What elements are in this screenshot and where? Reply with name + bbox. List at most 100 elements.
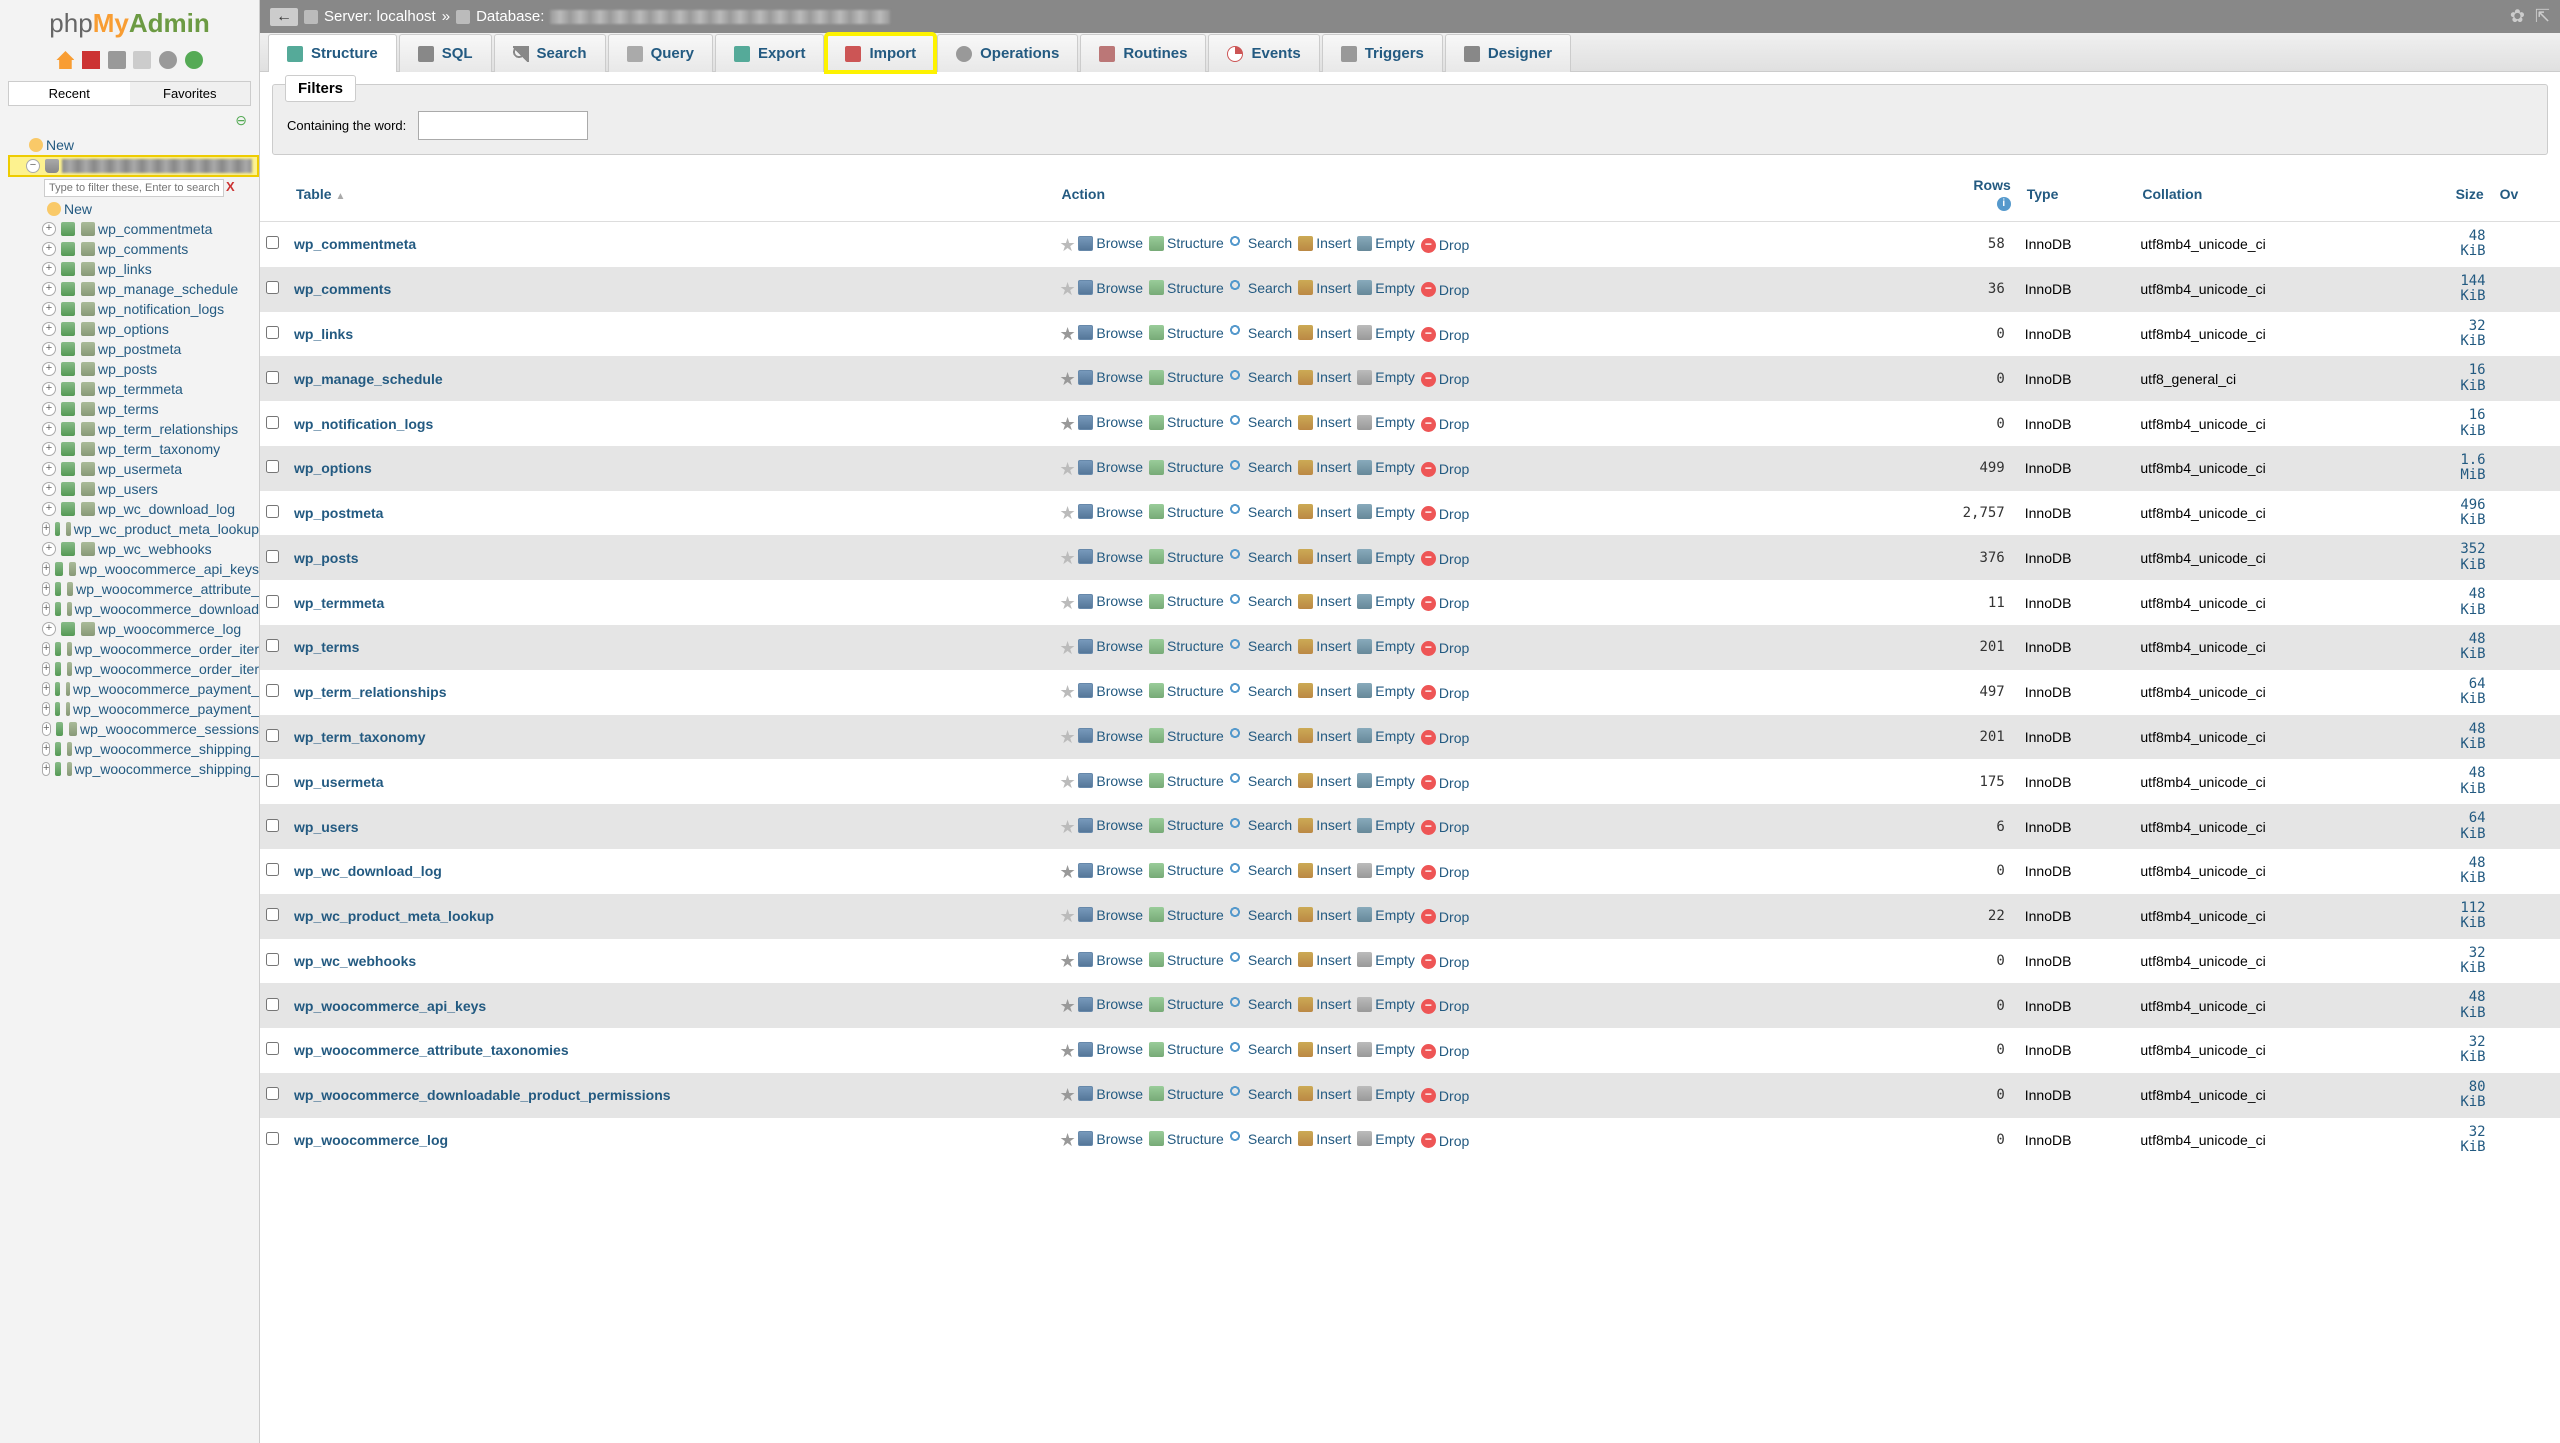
insert-link[interactable]: Insert [1298, 414, 1351, 430]
favorite-icon[interactable]: ★ [1059, 238, 1074, 253]
browse-link[interactable]: Browse [1078, 369, 1143, 385]
tab-triggers[interactable]: Triggers [1322, 34, 1443, 72]
row-checkbox[interactable] [266, 729, 279, 742]
structure-link[interactable]: Structure [1149, 459, 1224, 475]
empty-link[interactable]: Empty [1357, 862, 1415, 878]
table-name-link[interactable]: wp_manage_schedule [294, 371, 443, 387]
tab-export[interactable]: Export [715, 34, 825, 72]
expand-icon[interactable]: + [42, 422, 56, 436]
structure-link[interactable]: Structure [1149, 235, 1224, 251]
table-name-link[interactable]: wp_posts [294, 550, 359, 566]
tree-table-item[interactable]: +wp_usermeta [8, 459, 259, 479]
structure-link[interactable]: Structure [1149, 728, 1224, 744]
empty-link[interactable]: Empty [1357, 593, 1415, 609]
expand-icon[interactable]: ⇱ [2535, 6, 2550, 27]
favorite-icon[interactable]: ★ [1059, 909, 1074, 924]
tree-table-item[interactable]: +wp_terms [8, 399, 259, 419]
table-name-link[interactable]: wp_commentmeta [294, 236, 416, 252]
col-table[interactable]: Table▲ [288, 167, 1053, 222]
breadcrumb-db-label[interactable]: Database: [476, 8, 544, 25]
table-name-link[interactable]: wp_woocommerce_downloadable_product_perm… [294, 1087, 671, 1103]
row-checkbox[interactable] [266, 371, 279, 384]
tree-filter-input[interactable] [44, 179, 224, 197]
empty-link[interactable]: Empty [1357, 638, 1415, 654]
row-checkbox[interactable] [266, 639, 279, 652]
search-link[interactable]: Search [1230, 280, 1292, 296]
insert-link[interactable]: Insert [1298, 549, 1351, 565]
search-link[interactable]: Search [1230, 907, 1292, 923]
structure-link[interactable]: Structure [1149, 817, 1224, 833]
insert-link[interactable]: Insert [1298, 862, 1351, 878]
table-name-link[interactable]: wp_postmeta [294, 505, 383, 521]
insert-link[interactable]: Insert [1298, 638, 1351, 654]
browse-link[interactable]: Browse [1078, 1041, 1143, 1057]
table-name-link[interactable]: wp_wc_download_log [294, 863, 442, 879]
favorites-tab[interactable]: Favorites [130, 82, 251, 105]
expand-icon[interactable]: + [42, 222, 56, 236]
structure-link[interactable]: Structure [1149, 325, 1224, 341]
structure-link[interactable]: Structure [1149, 593, 1224, 609]
favorite-icon[interactable]: ★ [1059, 596, 1074, 611]
empty-link[interactable]: Empty [1357, 459, 1415, 475]
expand-icon[interactable]: + [42, 462, 56, 476]
expand-icon[interactable]: + [42, 682, 50, 696]
search-link[interactable]: Search [1230, 369, 1292, 385]
insert-link[interactable]: Insert [1298, 459, 1351, 475]
insert-link[interactable]: Insert [1298, 369, 1351, 385]
expand-icon[interactable]: + [42, 342, 56, 356]
browse-link[interactable]: Browse [1078, 773, 1143, 789]
insert-link[interactable]: Insert [1298, 1086, 1351, 1102]
tree-table-item[interactable]: +wp_woocommerce_attribute_ [8, 579, 259, 599]
structure-link[interactable]: Structure [1149, 952, 1224, 968]
empty-link[interactable]: Empty [1357, 1131, 1415, 1147]
table-name-link[interactable]: wp_woocommerce_api_keys [294, 998, 486, 1014]
favorite-icon[interactable]: ★ [1059, 1133, 1074, 1148]
search-link[interactable]: Search [1230, 773, 1292, 789]
search-link[interactable]: Search [1230, 325, 1292, 341]
search-link[interactable]: Search [1230, 414, 1292, 430]
favorite-icon[interactable]: ★ [1059, 551, 1074, 566]
insert-link[interactable]: Insert [1298, 325, 1351, 341]
col-overhead[interactable]: Ov [2492, 167, 2560, 222]
empty-link[interactable]: Empty [1357, 414, 1415, 430]
favorite-icon[interactable]: ★ [1059, 999, 1074, 1014]
expand-icon[interactable]: + [42, 242, 56, 256]
search-link[interactable]: Search [1230, 817, 1292, 833]
search-link[interactable]: Search [1230, 1086, 1292, 1102]
table-name-link[interactable]: wp_options [294, 460, 372, 476]
tree-table-item[interactable]: +wp_wc_download_log [8, 499, 259, 519]
insert-link[interactable]: Insert [1298, 728, 1351, 744]
table-name-link[interactable]: wp_users [294, 819, 359, 835]
expand-icon[interactable]: + [42, 562, 50, 576]
browse-link[interactable]: Browse [1078, 996, 1143, 1012]
empty-link[interactable]: Empty [1357, 952, 1415, 968]
tree-table-item[interactable]: +wp_woocommerce_shipping_ [8, 739, 259, 759]
favorite-icon[interactable]: ★ [1059, 462, 1074, 477]
empty-link[interactable]: Empty [1357, 907, 1415, 923]
structure-link[interactable]: Structure [1149, 1086, 1224, 1102]
expand-icon[interactable]: + [42, 442, 56, 456]
search-link[interactable]: Search [1230, 683, 1292, 699]
table-name-link[interactable]: wp_notification_logs [294, 416, 433, 432]
structure-link[interactable]: Structure [1149, 549, 1224, 565]
clear-filter-icon[interactable]: X [226, 179, 235, 194]
row-checkbox[interactable] [266, 908, 279, 921]
structure-link[interactable]: Structure [1149, 414, 1224, 430]
structure-link[interactable]: Structure [1149, 773, 1224, 789]
search-link[interactable]: Search [1230, 862, 1292, 878]
favorite-icon[interactable]: ★ [1059, 820, 1074, 835]
insert-link[interactable]: Insert [1298, 593, 1351, 609]
expand-icon[interactable]: + [42, 262, 56, 276]
col-rows[interactable]: Rowsi [1896, 167, 2018, 222]
expand-icon[interactable]: + [42, 602, 50, 616]
favorite-icon[interactable]: ★ [1059, 1044, 1074, 1059]
row-checkbox[interactable] [266, 1087, 279, 1100]
row-checkbox[interactable] [266, 326, 279, 339]
tree-table-item[interactable]: +wp_term_taxonomy [8, 439, 259, 459]
insert-link[interactable]: Insert [1298, 952, 1351, 968]
drop-link[interactable]: −Drop [1421, 1088, 1469, 1104]
empty-link[interactable]: Empty [1357, 1041, 1415, 1057]
home-icon[interactable] [56, 51, 74, 69]
tree-table-item[interactable]: +wp_woocommerce_sessions [8, 719, 259, 739]
recent-tab[interactable]: Recent [9, 82, 130, 105]
